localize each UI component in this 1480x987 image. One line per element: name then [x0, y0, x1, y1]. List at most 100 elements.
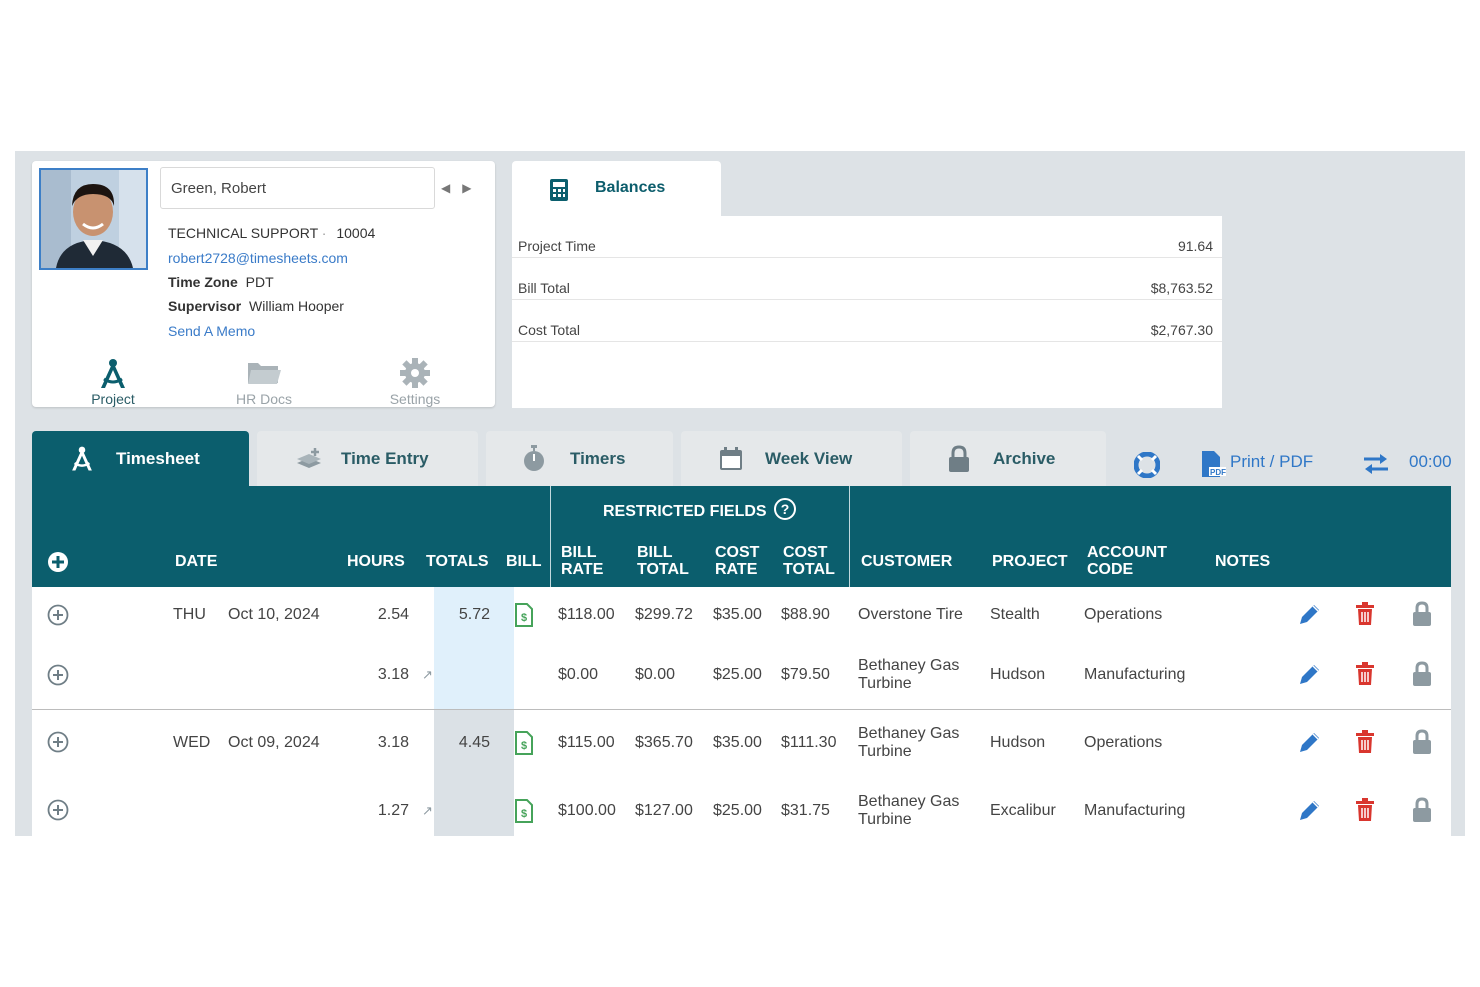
timesheet-table-header: RESTRICTED FIELDS ? DATE HOURS TOTALS BI…: [32, 486, 1451, 587]
split-arrow-icon: ↗: [422, 667, 433, 682]
tab-timers[interactable]: Timers: [486, 431, 673, 486]
add-row-icon[interactable]: [47, 731, 69, 758]
tab-timesheet[interactable]: Timesheet: [32, 431, 249, 486]
row-customer-line2: Turbine: [858, 675, 912, 692]
balance-value: $2,767.30: [1150, 322, 1213, 338]
balances-tab[interactable]: Balances: [512, 161, 721, 216]
header-totals: TOTALS: [426, 553, 489, 570]
balances-panel: Project Time 91.64 Bill Total $8,763.52 …: [512, 216, 1222, 408]
row-customer-line1: Overstone Tire: [858, 606, 963, 623]
previous-employee-icon[interactable]: ◀: [441, 181, 462, 195]
row-cost-rate: $25.00: [713, 666, 762, 683]
row-customer-line1: Bethaney Gas: [858, 725, 960, 742]
delete-icon[interactable]: [1354, 798, 1376, 827]
employee-card: Green, Robert ◀▶ TECHNICAL SUPPORT · 100…: [32, 161, 495, 407]
row-bill-total: $299.72: [635, 606, 693, 623]
delete-icon[interactable]: [1354, 662, 1376, 691]
compass-icon: [68, 445, 96, 478]
tab-week-view[interactable]: Week View: [681, 431, 902, 486]
lock-icon[interactable]: [1411, 729, 1433, 760]
header-bill: BILL: [506, 553, 542, 570]
help-icon[interactable]: ?: [773, 497, 797, 526]
card-tab-project[interactable]: Project: [58, 357, 168, 407]
header-bill-rate: BILL RATE: [561, 544, 603, 578]
svg-text:$: $: [521, 808, 527, 820]
add-entry-icon[interactable]: [47, 551, 69, 578]
row-hours: 3.18: [377, 666, 409, 683]
balance-value: $8,763.52: [1150, 280, 1213, 296]
send-memo-link[interactable]: Send A Memo: [168, 323, 255, 339]
delete-icon[interactable]: [1354, 730, 1376, 759]
add-row-icon[interactable]: [47, 799, 69, 826]
header-bill-total-line1: BILL: [637, 544, 673, 561]
employee-nav: ◀▶: [441, 181, 483, 195]
balance-value: 91.64: [1177, 238, 1213, 254]
balance-row: Bill Total $8,763.52: [512, 258, 1222, 300]
table-row: 1.27 ↗ $ $100.00 $127.00 $25.00 $31.75 B…: [32, 777, 1451, 836]
tab-archive-label: Archive: [993, 449, 1056, 468]
card-tab-settings-label: Settings: [389, 391, 441, 407]
row-bill-total: $127.00: [635, 802, 693, 819]
row-cost-total: $88.90: [781, 606, 830, 623]
edit-icon[interactable]: [1296, 798, 1322, 829]
timezone-line: Time Zone PDT: [168, 274, 274, 290]
tab-archive[interactable]: Archive: [910, 431, 1106, 486]
department-line: TECHNICAL SUPPORT · 10004: [168, 225, 375, 241]
balance-label: Project Time: [518, 238, 596, 254]
restricted-divider-right: [849, 486, 850, 587]
row-account-code: Operations: [1084, 606, 1163, 623]
row-cost-rate: $35.00: [713, 734, 762, 751]
lock-icon[interactable]: [1411, 797, 1433, 828]
header-customer: CUSTOMER: [861, 553, 953, 570]
header-bill-rate-line1: BILL: [561, 544, 597, 561]
swap-icon[interactable]: [1362, 452, 1390, 481]
edit-icon[interactable]: [1296, 662, 1322, 693]
timesheet-table-body: THU Oct 10, 2024 2.54 5.72 $ $118.00 $29…: [32, 587, 1451, 836]
row-hours: 2.54: [377, 606, 409, 623]
restricted-divider-left: [550, 486, 551, 587]
svg-text:$: $: [521, 740, 527, 752]
header-account-code-line2: CODE: [1087, 561, 1134, 578]
next-employee-icon[interactable]: ▶: [462, 181, 483, 195]
balances-title: Balances: [595, 179, 666, 196]
row-project: Hudson: [990, 734, 1046, 751]
add-row-icon[interactable]: [47, 664, 69, 691]
row-bill-total: $0.00: [635, 666, 676, 683]
header-cost-rate: COST RATE: [715, 544, 759, 578]
row-day: WED: [173, 734, 211, 751]
timer-display: 00:00: [1409, 452, 1452, 471]
row-cost-total: $111.30: [781, 734, 837, 751]
header-notes: NOTES: [1215, 553, 1271, 570]
card-tab-settings[interactable]: Settings: [360, 357, 470, 407]
edit-icon[interactable]: [1296, 602, 1322, 633]
lock-icon[interactable]: [1411, 601, 1433, 632]
split-arrow-icon: ↗: [422, 803, 433, 818]
card-tab-hr-docs[interactable]: HR Docs: [209, 357, 319, 407]
row-customer-line1: Bethaney Gas: [858, 793, 960, 810]
header-project: PROJECT: [992, 553, 1068, 570]
header-hours: HOURS: [347, 553, 405, 570]
header-cost-rate-line1: COST: [715, 544, 760, 561]
delete-icon[interactable]: [1354, 602, 1376, 631]
table-row: WED Oct 09, 2024 3.18 4.45 $ $115.00 $36…: [32, 710, 1451, 776]
lock-icon[interactable]: [1411, 661, 1433, 692]
folder-icon: [209, 357, 319, 391]
bill-icon: $: [515, 731, 533, 760]
header-cost-total: COST TOTAL: [783, 544, 835, 578]
edit-icon[interactable]: [1296, 730, 1322, 761]
pdf-icon: PDF: [1200, 450, 1226, 483]
supervisor-value: William Hooper: [249, 298, 344, 314]
header-bill-total-line2: TOTAL: [637, 561, 689, 578]
email-link[interactable]: robert2728@timesheets.com: [168, 250, 348, 266]
lifebuoy-icon[interactable]: [1133, 451, 1161, 483]
row-account-code: Operations: [1084, 734, 1163, 751]
row-bill-rate: $115.00: [558, 734, 615, 751]
row-account-code: Manufacturing: [1084, 802, 1186, 819]
restricted-fields-label: RESTRICTED FIELDS: [603, 503, 767, 520]
row-bill-rate: $0.00: [558, 666, 599, 683]
add-row-icon[interactable]: [47, 604, 69, 631]
row-date: Oct 09, 2024: [228, 734, 320, 751]
supervisor-line: Supervisor William Hooper: [168, 298, 344, 314]
tab-time-entry[interactable]: Time Entry: [257, 431, 478, 486]
employee-select[interactable]: Green, Robert: [160, 167, 435, 209]
